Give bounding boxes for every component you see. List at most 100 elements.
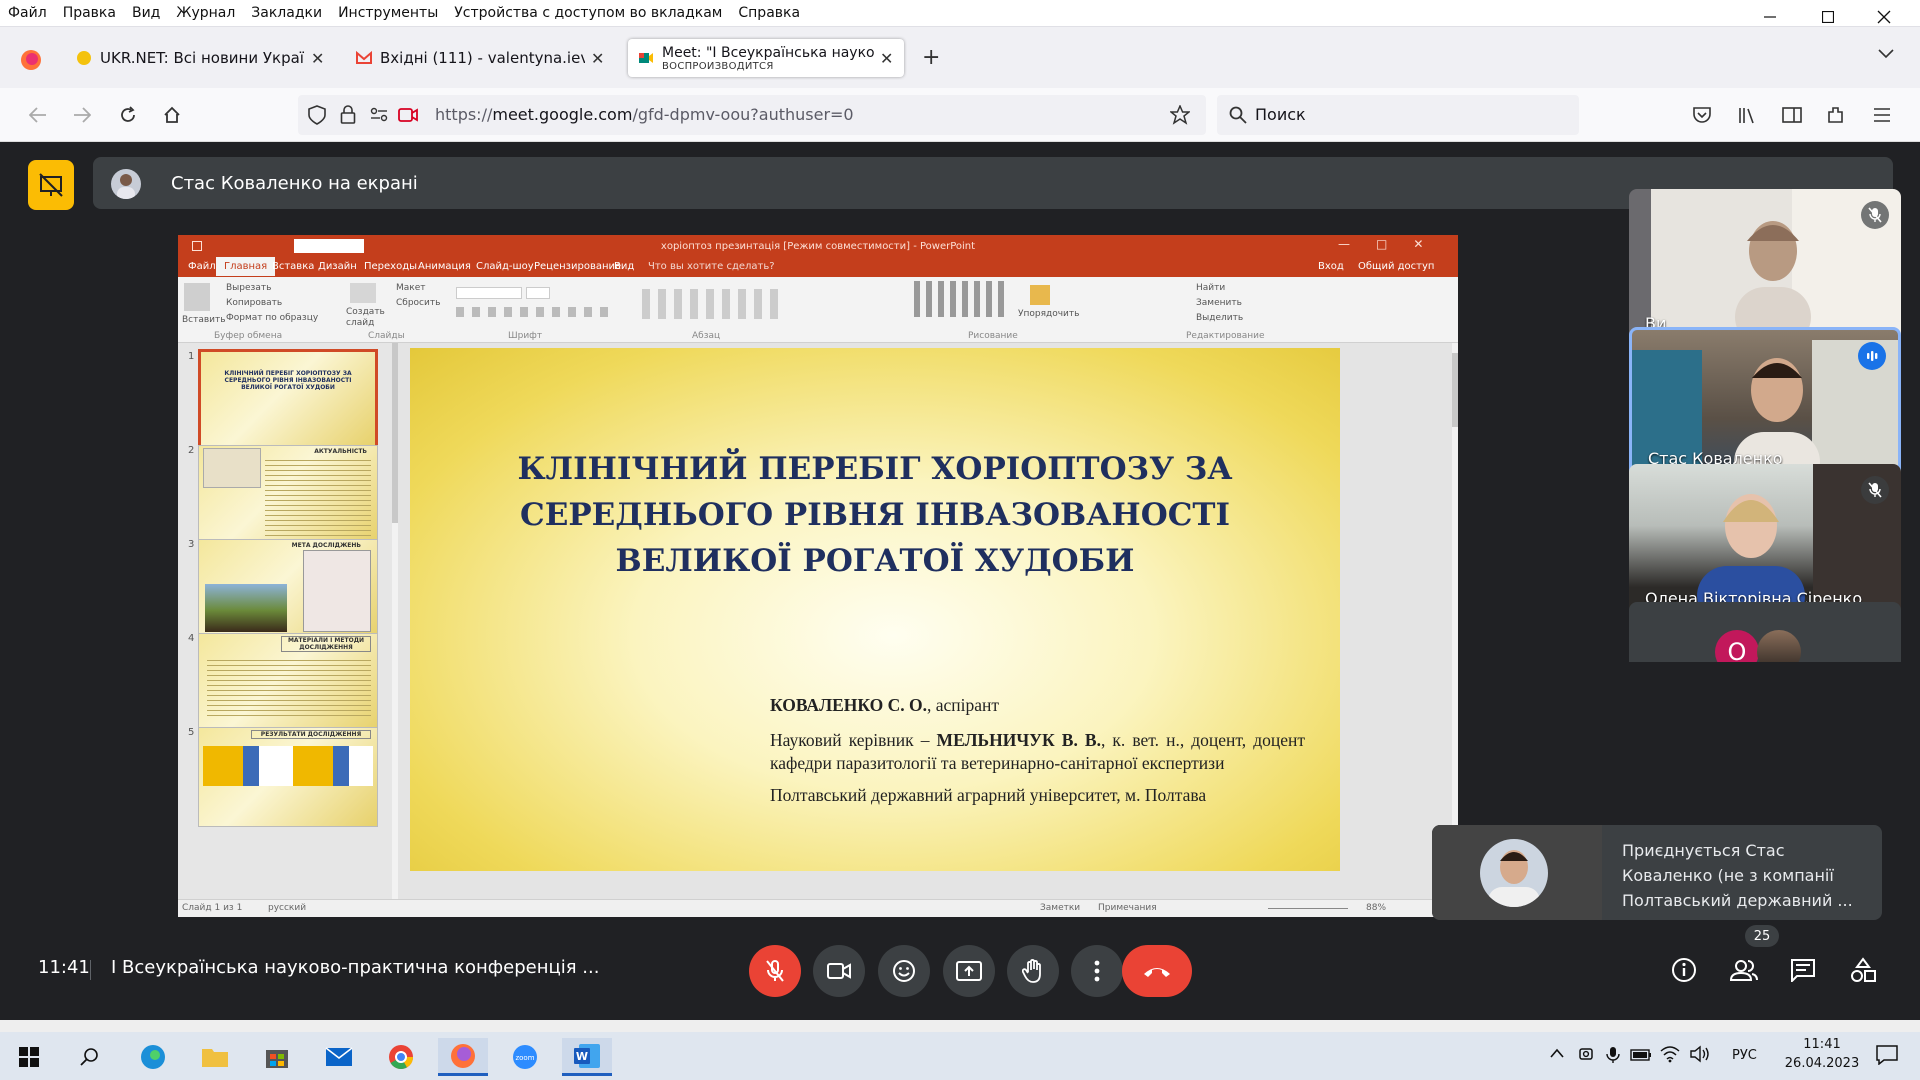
- presentation-icon[interactable]: [28, 160, 74, 210]
- app-menu-icon[interactable]: [1866, 99, 1898, 131]
- tray-chevron-icon[interactable]: [1550, 1048, 1564, 1058]
- shield-icon[interactable]: [308, 105, 326, 125]
- tab-ukrnet[interactable]: UKR.NET: Всі новини України, с ✕: [66, 39, 336, 77]
- extensions-icon[interactable]: [1820, 99, 1852, 131]
- participant-tile-self[interactable]: Ви: [1629, 189, 1901, 343]
- speaking-indicator-icon: [1858, 342, 1886, 370]
- shared-screen[interactable]: хоріоптоз презинтація [Режим совместимос…: [178, 235, 1458, 917]
- tray-camera-icon[interactable]: [1578, 1046, 1596, 1064]
- menu-help[interactable]: Справка: [730, 5, 808, 21]
- slide-thumbnail[interactable]: МЕТА ДОСЛІДЖЕНЬ: [198, 539, 378, 639]
- meeting-title: I Всеукраїнська науково-практична конфер…: [111, 957, 600, 978]
- tab-gmail[interactable]: Вхідні (111) - valentyna.ievstafi ✕: [346, 39, 616, 77]
- sidebar-icon[interactable]: [1776, 99, 1808, 131]
- menu-bookmarks[interactable]: Закладки: [243, 5, 330, 21]
- volume-icon[interactable]: [1690, 1045, 1710, 1063]
- slide-canvas[interactable]: КЛІНІЧНИЙ ПЕРЕБІГ ХОРІОПТОЗУ ЗА СЕРЕДНЬО…: [410, 348, 1340, 871]
- mic-off-icon: [1861, 476, 1889, 504]
- mic-toggle-button[interactable]: [749, 945, 801, 997]
- taskbar-clock-date[interactable]: 26.04.2023: [1778, 1056, 1866, 1071]
- camera-sharing-icon[interactable]: [398, 107, 418, 123]
- join-notification[interactable]: Приєднується Стас Коваленко (не з компан…: [1432, 825, 1882, 920]
- list-tabs-icon[interactable]: [1878, 49, 1894, 59]
- notifications-icon[interactable]: [1876, 1045, 1898, 1065]
- new-tab-icon[interactable]: +: [922, 45, 940, 70]
- permissions-icon[interactable]: [370, 107, 388, 123]
- lock-icon[interactable]: [340, 105, 356, 125]
- menu-tools[interactable]: Инструменты: [330, 5, 446, 21]
- menu-history[interactable]: Журнал: [168, 5, 243, 21]
- slide-thumbnail[interactable]: КЛІНІЧНИЙ ПЕРЕБІГ ХОРІОПТОЗУ ЗА СЕРЕДНЬО…: [198, 349, 378, 449]
- avatar: [1432, 825, 1602, 920]
- tray-mic-icon[interactable]: [1606, 1046, 1620, 1064]
- ppt-tab-insert: Вставка: [272, 261, 315, 272]
- url-text[interactable]: https://meet.google.com/gfd-dpmv-oou?aut…: [435, 105, 854, 124]
- file-explorer-icon[interactable]: [190, 1038, 240, 1076]
- edge-icon[interactable]: [128, 1038, 178, 1076]
- slide-thumbnail[interactable]: РЕЗУЛЬТАТИ ДОСЛІДЖЕННЯ: [198, 727, 378, 827]
- present-screen-button[interactable]: [943, 945, 995, 997]
- firefox-taskbar-icon[interactable]: [438, 1038, 488, 1076]
- people-button[interactable]: [1726, 952, 1762, 988]
- slide-thumbnail[interactable]: АКТУАЛЬНІСТЬ: [198, 445, 378, 545]
- slide-thumbnail[interactable]: МАТЕРІАЛИ І МЕТОДИ ДОСЛІДЖЕННЯ: [198, 633, 378, 733]
- ppt-tab-file: Файл: [188, 261, 216, 272]
- search-input[interactable]: Поиск: [1217, 95, 1579, 135]
- windows-start-icon[interactable]: [4, 1038, 54, 1076]
- firefox-view-icon[interactable]: [20, 49, 42, 71]
- tab-close-icon[interactable]: ✕: [591, 49, 604, 68]
- ppt-quick-access: [294, 239, 364, 253]
- more-options-button[interactable]: [1071, 945, 1123, 997]
- raise-hand-button[interactable]: [1007, 945, 1059, 997]
- chat-button[interactable]: [1785, 952, 1821, 988]
- participant-tile-others[interactable]: О: [1629, 602, 1901, 662]
- meeting-details-button[interactable]: [1666, 952, 1702, 988]
- notification-text: Приєднується Стас Коваленко (не з компан…: [1622, 841, 1853, 910]
- battery-icon[interactable]: [1630, 1048, 1652, 1062]
- back-icon[interactable]: [22, 99, 54, 131]
- forward-icon[interactable]: [66, 99, 98, 131]
- pocket-icon[interactable]: [1686, 99, 1718, 131]
- slide-scrollbar[interactable]: [1452, 343, 1458, 899]
- participant-tile[interactable]: Олена Вікторівна Сіренко: [1629, 464, 1901, 618]
- ppt-slide-thumbnails: 1 КЛІНІЧНИЙ ПЕРЕБІГ ХОРІОПТОЗУ ЗА СЕРЕДН…: [178, 343, 398, 899]
- home-icon[interactable]: [156, 99, 188, 131]
- paste-icon: [184, 283, 210, 311]
- word-icon[interactable]: W: [562, 1038, 612, 1076]
- mail-icon[interactable]: [314, 1038, 364, 1076]
- store-icon[interactable]: [252, 1038, 302, 1076]
- tab-meet[interactable]: Meet: "I Всеукраїнська науково ВОСПРОИЗВ…: [628, 39, 904, 77]
- mic-off-icon: [1861, 201, 1889, 229]
- arrange-icon: [1030, 285, 1050, 305]
- zoom-slider: [1268, 908, 1348, 909]
- app-menu-bar: Файл Правка Вид Журнал Закладки Инструме…: [0, 0, 1920, 26]
- camera-toggle-button[interactable]: [813, 945, 865, 997]
- tab-close-icon[interactable]: ✕: [311, 49, 324, 68]
- ppt-tab-slideshow: Слайд-шоу: [476, 261, 534, 272]
- participant-tile-speaker[interactable]: Стас Коваленко: [1629, 327, 1901, 481]
- meeting-clock: 11:41: [38, 957, 90, 978]
- tab-close-icon[interactable]: ✕: [880, 49, 893, 68]
- menu-devices[interactable]: Устройства с доступом во вкладкам: [446, 5, 730, 21]
- input-language[interactable]: РУС: [1732, 1048, 1757, 1063]
- activities-button[interactable]: [1845, 952, 1881, 988]
- taskbar-clock-time[interactable]: 11:41: [1792, 1037, 1852, 1052]
- zoom-icon[interactable]: zoom: [500, 1038, 550, 1076]
- library-icon[interactable]: [1732, 99, 1764, 131]
- menu-view[interactable]: Вид: [124, 5, 168, 21]
- gmail-icon: [356, 50, 372, 66]
- bookmark-star-icon[interactable]: [1170, 105, 1190, 125]
- menu-edit[interactable]: Правка: [55, 5, 124, 21]
- menu-file[interactable]: Файл: [0, 5, 55, 21]
- wifi-icon[interactable]: [1660, 1045, 1680, 1063]
- google-meet-icon: [638, 50, 654, 66]
- emoji-reaction-button[interactable]: [878, 945, 930, 997]
- reload-icon[interactable]: [112, 99, 144, 131]
- leave-call-button[interactable]: [1122, 945, 1192, 997]
- ppt-share: Общий доступ: [1358, 261, 1435, 272]
- ppt-tab-transitions: Переходы: [364, 261, 418, 272]
- participant-count-badge: 25: [1745, 925, 1779, 947]
- taskbar-search-icon[interactable]: [64, 1038, 114, 1076]
- address-bar[interactable]: https://meet.google.com/gfd-dpmv-oou?aut…: [298, 95, 1206, 135]
- chrome-icon[interactable]: [376, 1038, 426, 1076]
